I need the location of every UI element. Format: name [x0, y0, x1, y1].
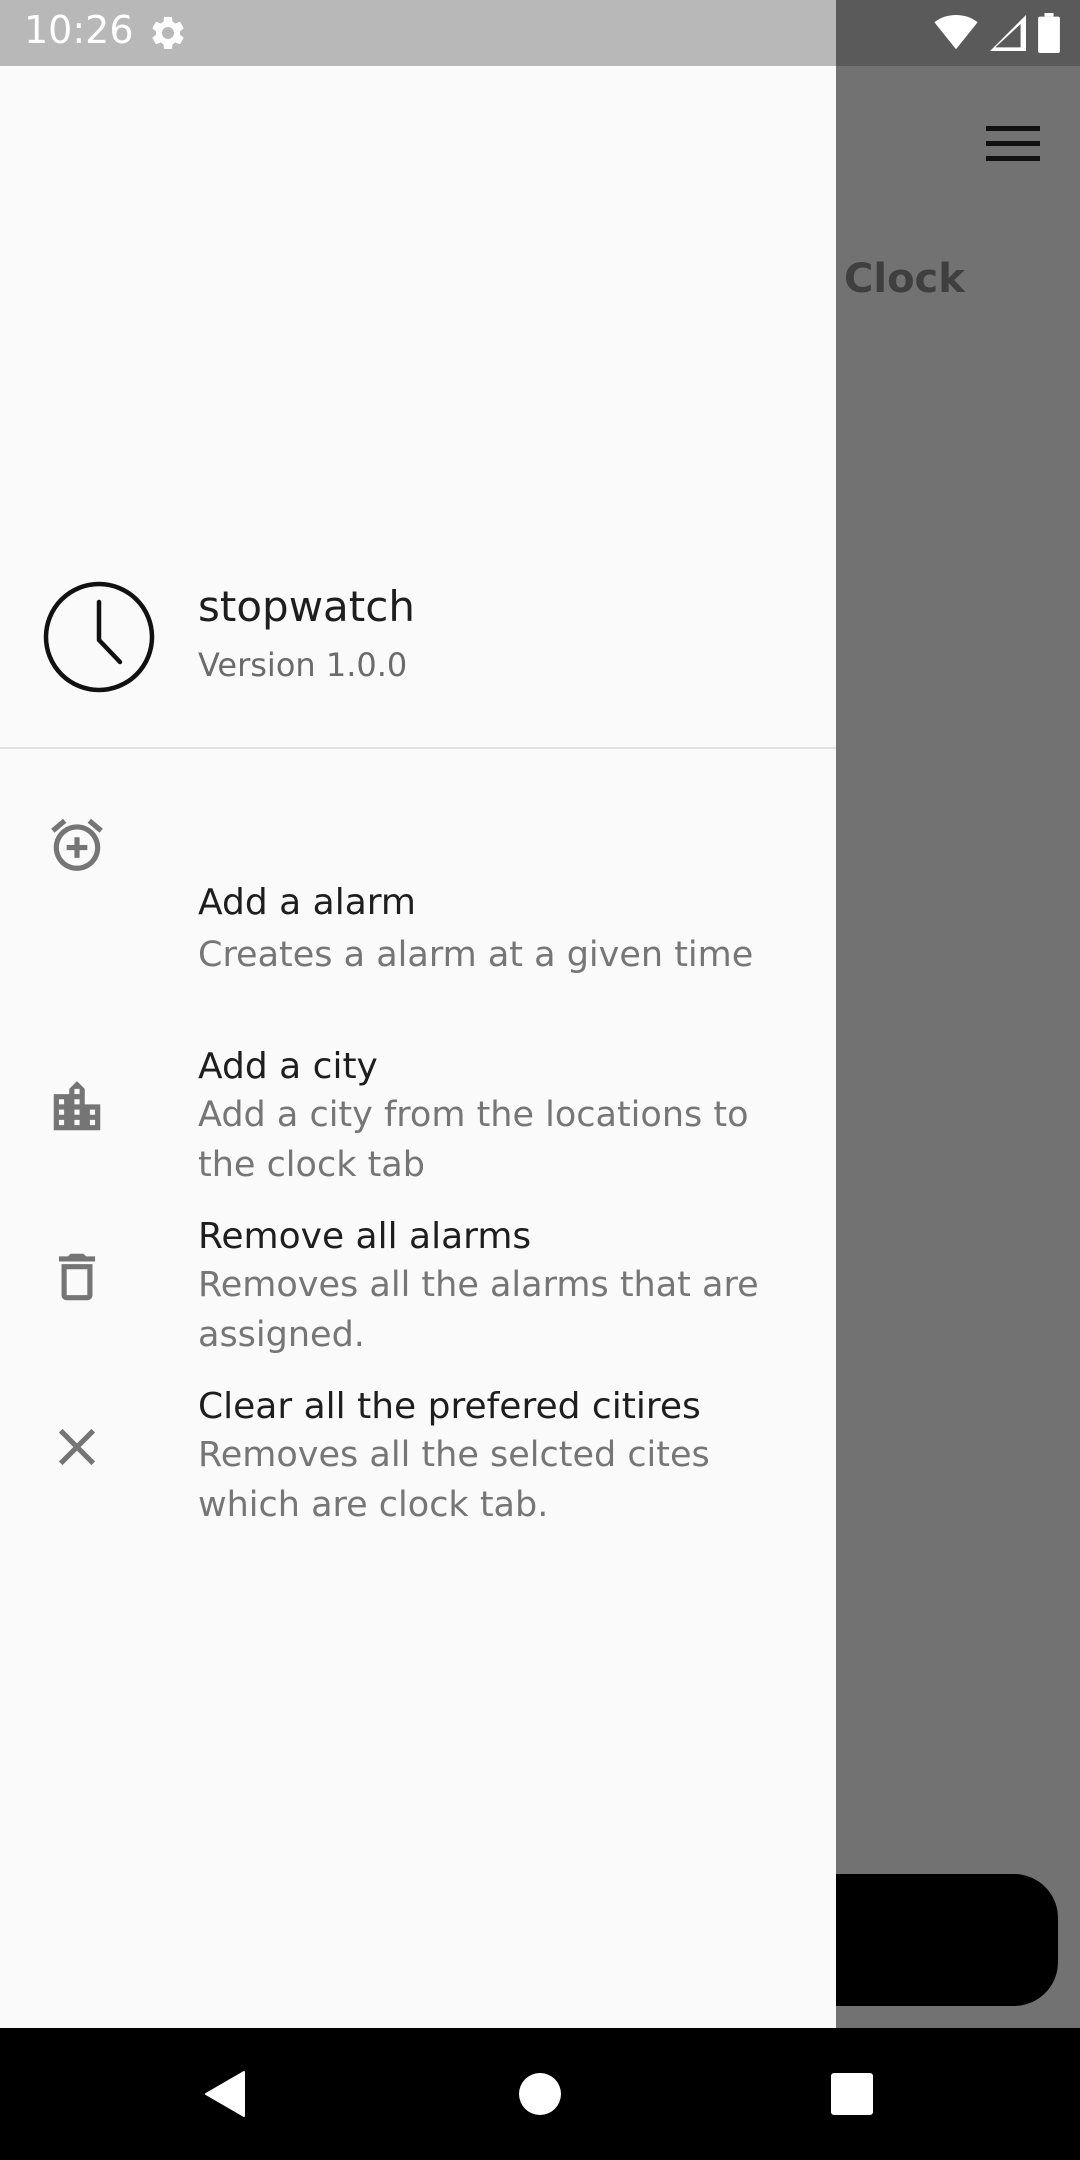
- menu-item-title: Remove all alarms: [198, 1216, 532, 1257]
- home-icon[interactable]: [510, 2064, 570, 2124]
- drawer-header: stopwatch Version 1.0.0: [0, 66, 836, 748]
- drawer-divider: [0, 747, 836, 749]
- signal-icon: [990, 15, 1026, 51]
- app-name: stopwatch: [198, 582, 415, 631]
- menu-item-title: Add a city: [198, 1046, 378, 1087]
- alarm-add-icon: [51, 818, 103, 871]
- back-icon[interactable]: [196, 2064, 256, 2124]
- menu-item-add-city[interactable]: Add a city Add a city from the locations…: [0, 966, 836, 1185]
- recents-icon[interactable]: [822, 2064, 882, 2124]
- menu-item-clear-cities[interactable]: Clear all the prefered citires Removes a…: [0, 1316, 836, 1525]
- hamburger-menu-icon[interactable]: [986, 124, 1040, 164]
- settings-gear-icon: [152, 16, 184, 49]
- clock-icon: [43, 581, 155, 693]
- system-nav-bar: [0, 2028, 1080, 2160]
- wifi-icon: [934, 15, 978, 50]
- menu-item-description: Removes all the selcted cites which are …: [198, 1435, 710, 1525]
- tab-clock[interactable]: Clock: [844, 256, 965, 302]
- status-bar: 10:26: [0, 0, 1080, 66]
- status-icons: [934, 12, 1060, 54]
- menu-item-title: Clear all the prefered citires: [198, 1386, 701, 1427]
- delete-icon: [58, 1253, 96, 1301]
- menu-item-title: Add a alarm: [198, 882, 417, 923]
- menu-item-remove-alarms[interactable]: Remove all alarms Removes all the alarms…: [0, 1146, 836, 1355]
- navigation-drawer: stopwatch Version 1.0.0 Add a alarm Crea…: [0, 66, 836, 2028]
- menu-item-add-alarm[interactable]: Add a alarm Creates a alarm at a given t…: [0, 802, 836, 975]
- status-time: 10:26: [24, 8, 134, 52]
- close-icon: [58, 1428, 96, 1466]
- battery-icon: [1038, 13, 1060, 53]
- city-icon: [53, 1081, 101, 1131]
- app-version: Version 1.0.0: [198, 646, 408, 684]
